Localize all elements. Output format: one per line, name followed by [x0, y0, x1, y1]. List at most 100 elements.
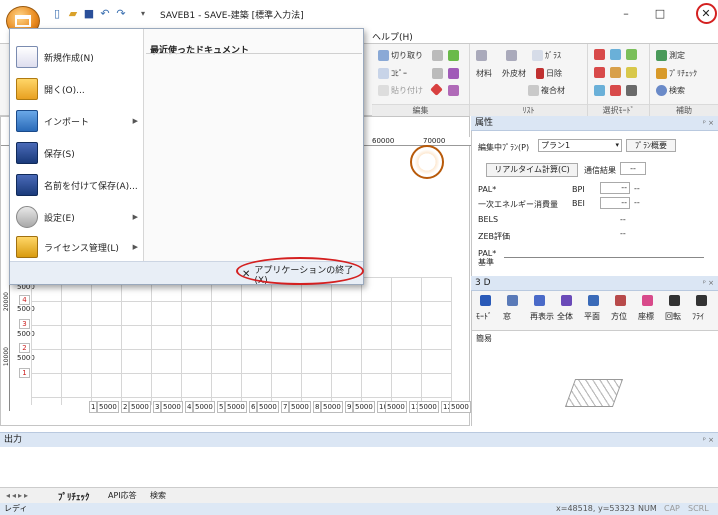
side-ruler-label: 20000 — [3, 292, 10, 312]
floor-box[interactable]: 3 — [19, 319, 30, 329]
view3d-tool-label[interactable]: 再表示 — [530, 311, 554, 322]
undo-gray-icon[interactable] — [432, 50, 443, 61]
brush-icon[interactable] — [448, 68, 459, 79]
copy-button[interactable]: ｺﾋﾟｰ — [378, 68, 407, 79]
select-face-icon[interactable] — [610, 49, 621, 60]
grid-line — [181, 277, 182, 405]
floor-box[interactable]: 1 — [19, 368, 30, 378]
view3d-tool-label[interactable]: ﾌﾗｲ — [692, 311, 704, 322]
menu-item-open[interactable]: 開く(O)... — [10, 73, 144, 105]
tab-help[interactable]: ヘルプ(H) — [372, 30, 413, 43]
chevron-right-icon: ▶ — [132, 117, 138, 125]
view3d-tool-icon[interactable] — [615, 295, 626, 306]
tab-api-response[interactable]: API応答 — [108, 490, 137, 501]
composite-button[interactable]: 複合材 — [528, 85, 565, 96]
tab-nav-icon[interactable]: ◂◂▸▸ — [6, 491, 30, 500]
material-button[interactable]: 材料 — [476, 68, 492, 79]
view3d-tool-icon[interactable] — [507, 295, 518, 306]
view3d-tool-label[interactable]: 方位 — [611, 311, 627, 322]
tab-precheck[interactable]: ﾌﾟﾘﾁｪｯｸ — [58, 490, 90, 503]
maximize-button[interactable]: □ — [650, 6, 670, 22]
select-window-icon[interactable] — [626, 67, 637, 78]
exterior-button[interactable]: 外皮材 — [502, 68, 526, 79]
view3d-tool-icon[interactable] — [534, 295, 545, 306]
menu-item-settings[interactable]: 設定(E) ▶ — [10, 201, 144, 233]
exit-highlight-circle — [236, 257, 364, 285]
list-icon[interactable] — [476, 50, 487, 61]
compass-icon[interactable] — [410, 145, 444, 179]
menu-item-save-as[interactable]: 名前を付けて保存(A)... — [10, 169, 144, 201]
view3d-header: 3 Dᵖ × — [471, 276, 718, 291]
status-text: レディ — [4, 504, 28, 513]
green-check-icon[interactable] — [448, 50, 459, 61]
sunshade-button[interactable]: 日除 — [536, 68, 562, 79]
menu-item-import[interactable]: インポート ▶ — [10, 105, 144, 137]
minimize-button[interactable]: – — [616, 6, 636, 22]
cut-button[interactable]: 切り取り — [378, 50, 423, 61]
open-icon[interactable]: ▰ — [66, 7, 80, 21]
scrl-indicator: SCRL — [688, 504, 709, 513]
import-icon — [16, 110, 38, 132]
select-solid-icon[interactable] — [626, 49, 637, 60]
tab-search[interactable]: 検索 — [150, 490, 166, 501]
view3d-tool-icon[interactable] — [642, 295, 653, 306]
pal-standard-label: PAL* 基準 — [478, 249, 497, 267]
hatch-icon[interactable] — [506, 50, 517, 61]
num-indicator: NUM — [638, 504, 657, 513]
measure-button[interactable]: 測定 — [656, 50, 685, 61]
view3d-canvas[interactable]: 簡易 — [471, 331, 718, 426]
chevron-right-icon: ▶ — [132, 243, 138, 251]
realtime-calc-button[interactable]: リアルタイム計算(C) — [486, 163, 578, 177]
select-wall-icon[interactable] — [610, 67, 621, 78]
x-axis-cell: 5000 — [321, 401, 343, 413]
view3d-tool-label[interactable]: 回転 — [665, 311, 681, 322]
view3d-tool-icon[interactable] — [480, 295, 491, 306]
view3d-tool-label[interactable]: 窓 — [503, 311, 511, 322]
plan-summary-button[interactable]: ﾌﾟﾗﾝ概要 — [626, 139, 676, 152]
new-file-icon[interactable]: ▯ — [50, 7, 64, 21]
view3d-tool-label[interactable]: 座標 — [638, 311, 654, 322]
properties-panel: 編集中ﾌﾟﾗﾝ(P) プラン1 ▾ ﾌﾟﾗﾝ概要 リアルタイム計算(C) 通信結果… — [471, 131, 718, 276]
pin-icon[interactable]: ᵖ × — [703, 276, 714, 291]
x-axis-cell: 5000 — [417, 401, 439, 413]
floor-box[interactable]: 4 — [19, 295, 30, 305]
pin-icon[interactable]: ᵖ × — [703, 433, 714, 448]
view3d-tool-icon[interactable] — [669, 295, 680, 306]
redo-gray-icon[interactable] — [432, 68, 443, 79]
grid-line — [451, 277, 452, 405]
list-group: ｶﾞﾗｽ 材料 外皮材 日除 複合材 ﾘｽﾄ — [470, 44, 588, 116]
select-all-icon[interactable] — [626, 85, 637, 96]
save-icon[interactable]: ■ — [82, 7, 96, 21]
select-box-icon[interactable] — [594, 49, 605, 60]
view3d-tool-label[interactable]: 全体 — [557, 311, 573, 322]
select-room-icon[interactable] — [594, 67, 605, 78]
view3d-tool-label[interactable]: ﾓｰﾄﾞ — [476, 311, 492, 322]
paste-button[interactable]: 貼り付け — [378, 85, 423, 96]
grid-line — [31, 301, 451, 302]
floor-box[interactable]: 2 — [19, 343, 30, 353]
undo-icon[interactable]: ↶ — [98, 7, 112, 21]
select-zone-icon[interactable] — [594, 85, 605, 96]
select-floor-icon[interactable] — [610, 85, 621, 96]
view3d-tool-icon[interactable] — [696, 295, 707, 306]
x-axis-cell: 5000 — [289, 401, 311, 413]
view3d-tool-icon[interactable] — [588, 295, 599, 306]
precheck-button[interactable]: ﾌﾟﾘﾁｪｯｸ — [656, 68, 697, 79]
search-button[interactable]: 検索 — [656, 85, 685, 96]
pin-icon[interactable]: ᵖ × — [703, 116, 714, 131]
zeb-value: -- — [620, 229, 626, 238]
purple-tool-icon[interactable] — [448, 85, 459, 96]
red-diamond-icon[interactable] — [430, 83, 443, 96]
view3d-tool-label[interactable]: 平面 — [584, 311, 600, 322]
menu-item-new[interactable]: 新規作成(N) — [10, 41, 144, 73]
redo-icon[interactable]: ↷ — [114, 7, 128, 21]
new-document-icon — [16, 46, 38, 68]
bpi-dash: -- — [634, 184, 640, 193]
menu-item-license[interactable]: ライセンス管理(L) ▶ — [10, 233, 144, 261]
plan-select[interactable]: プラン1 ▾ — [538, 139, 622, 152]
precheck-icon — [656, 68, 667, 79]
quick-access-dropdown-icon[interactable]: ▾ — [136, 7, 150, 21]
view3d-tool-icon[interactable] — [561, 295, 572, 306]
menu-item-save[interactable]: 保存(S) — [10, 137, 144, 169]
glass-button[interactable]: ｶﾞﾗｽ — [532, 50, 561, 61]
